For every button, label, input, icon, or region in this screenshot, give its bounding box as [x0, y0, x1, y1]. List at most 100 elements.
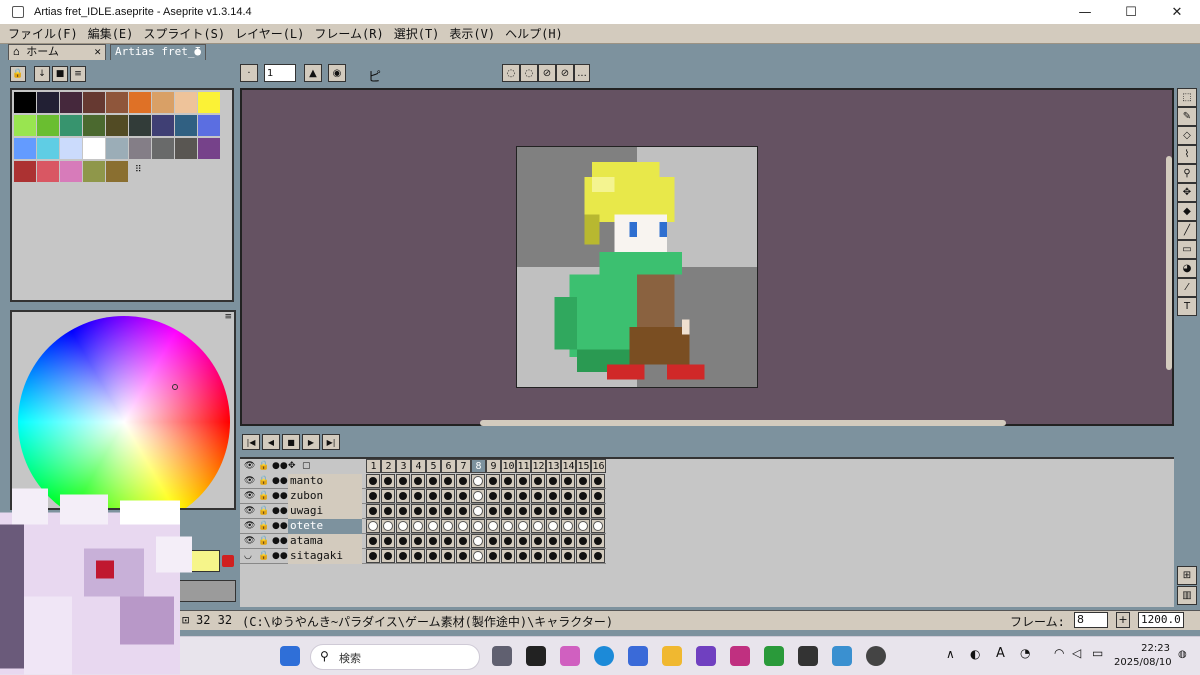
new-frame-button[interactable]: + — [1116, 612, 1130, 628]
palette-swatch[interactable] — [37, 115, 59, 136]
cel[interactable] — [426, 474, 440, 488]
cel[interactable] — [531, 474, 545, 488]
cel[interactable] — [411, 519, 425, 533]
cel[interactable] — [366, 489, 380, 503]
layer-row[interactable]: 👁 🔒 ●● manto — [240, 474, 606, 489]
cel[interactable] — [501, 534, 515, 548]
menu-sprite[interactable]: スプライト(S) — [143, 25, 225, 42]
xbox-icon[interactable] — [764, 646, 784, 666]
eye-closed-icon[interactable]: ◡ — [244, 551, 252, 561]
cel[interactable] — [516, 519, 530, 533]
app-icon[interactable] — [730, 646, 750, 666]
eye-icon[interactable]: 👁 — [244, 536, 255, 546]
cel[interactable] — [396, 519, 410, 533]
layer-continuous-icon[interactable]: ●● — [272, 536, 288, 546]
task-view-icon[interactable] — [492, 646, 512, 666]
brush-type-button[interactable]: · — [240, 64, 258, 82]
timeline-toggle-icon[interactable]: ▥ — [1177, 586, 1197, 605]
cel[interactable] — [426, 519, 440, 533]
layer-lock-icon[interactable]: 🔒 — [258, 476, 269, 486]
sprite-canvas[interactable] — [516, 146, 758, 388]
eraser-tool-icon[interactable]: ◇ — [1177, 126, 1197, 145]
zoom-input[interactable]: 1200.0 — [1138, 612, 1184, 628]
cel[interactable] — [576, 549, 590, 563]
cel[interactable] — [486, 474, 500, 488]
cel[interactable] — [561, 489, 575, 503]
palette-menu-icon[interactable]: ≡ — [70, 66, 86, 82]
palette-swatch[interactable] — [37, 92, 59, 113]
palette-swatch[interactable] — [60, 115, 82, 136]
opacity-icon[interactable]: ◉ — [328, 64, 346, 82]
tab-sprite[interactable]: Artias fret_I ● — [110, 44, 206, 60]
cel[interactable] — [546, 504, 560, 518]
file-explorer-icon[interactable] — [662, 646, 682, 666]
chevron-up-icon[interactable]: ∧ — [946, 647, 955, 661]
cel[interactable] — [441, 474, 455, 488]
palette-swatch[interactable] — [152, 92, 174, 113]
cel[interactable] — [366, 534, 380, 548]
lock-icon[interactable]: 🔒 — [10, 66, 26, 82]
cel[interactable] — [591, 549, 605, 563]
dynamics-icon[interactable]: ⊘ — [538, 64, 556, 82]
last-frame-button[interactable]: ▶| — [322, 434, 340, 450]
frame-header-12[interactable]: 12 — [531, 459, 546, 473]
minimize-button[interactable]: — — [1062, 0, 1108, 24]
palette-swatch[interactable] — [60, 161, 82, 182]
cel[interactable] — [456, 519, 470, 533]
frame-header-11[interactable]: 11 — [516, 459, 531, 473]
sort-icon[interactable]: ↓ — [34, 66, 50, 82]
cel[interactable] — [426, 489, 440, 503]
frame-header-15[interactable]: 15 — [576, 459, 591, 473]
menu-select[interactable]: 選択(T) — [394, 25, 440, 42]
cel[interactable] — [471, 489, 485, 503]
marquee-tool-icon[interactable]: ⬚ — [1177, 88, 1197, 107]
cel[interactable] — [366, 474, 380, 488]
frame-header-10[interactable]: 10 — [501, 459, 516, 473]
layer-lock-icon[interactable]: 🔒 — [258, 551, 269, 561]
layer-row[interactable]: 👁 🔒 ●● otete — [240, 519, 606, 534]
palette-swatch[interactable] — [198, 92, 220, 113]
cel[interactable] — [561, 549, 575, 563]
cel[interactable] — [456, 474, 470, 488]
cel[interactable] — [501, 489, 515, 503]
eye-icon[interactable]: 👁 — [244, 521, 255, 531]
cel[interactable] — [381, 519, 395, 533]
cel[interactable] — [486, 534, 500, 548]
move-tool-icon[interactable]: ✥ — [1177, 183, 1197, 202]
edge-browser-icon[interactable] — [594, 646, 614, 666]
tab-home[interactable]: ⌂ ホーム ✕ — [8, 44, 106, 60]
eye-icon[interactable]: 👁 — [244, 476, 255, 486]
onion-skin-icon[interactable]: ✥ — [288, 461, 296, 471]
palette-swatch[interactable] — [14, 138, 36, 159]
cel[interactable] — [546, 519, 560, 533]
cel[interactable] — [381, 549, 395, 563]
menu-help[interactable]: ヘルプ(H) — [505, 25, 563, 42]
visual-studio-icon[interactable] — [696, 646, 716, 666]
line-tool-icon[interactable]: ╱ — [1177, 221, 1197, 240]
cel[interactable] — [591, 504, 605, 518]
cel[interactable] — [516, 534, 530, 548]
windows-start-icon[interactable] — [280, 646, 300, 666]
cel[interactable] — [381, 474, 395, 488]
ime-icon[interactable]: A — [996, 646, 1005, 661]
cel[interactable] — [441, 549, 455, 563]
wheel-menu-icon[interactable]: ≡ — [224, 312, 232, 322]
lock-header-icon[interactable]: 🔒 — [258, 461, 269, 471]
cel[interactable] — [576, 474, 590, 488]
frame-header-2[interactable]: 2 — [381, 459, 396, 473]
cel[interactable] — [546, 534, 560, 548]
color-wheel[interactable] — [18, 316, 230, 508]
cel[interactable] — [381, 534, 395, 548]
close-window-button[interactable]: ✕ — [1154, 0, 1200, 24]
cel[interactable] — [591, 534, 605, 548]
cel[interactable] — [516, 549, 530, 563]
frame-header-16[interactable]: 16 — [591, 459, 606, 473]
cel[interactable] — [576, 489, 590, 503]
rectangle-tool-icon[interactable]: ▭ — [1177, 240, 1197, 259]
cel[interactable] — [411, 549, 425, 563]
visibility-header-icon[interactable]: 👁 — [244, 461, 255, 471]
volume-icon[interactable]: ◁ — [1072, 646, 1081, 660]
stop-button[interactable]: ■ — [282, 434, 300, 450]
layer-name[interactable]: manto — [288, 474, 362, 489]
menu-view[interactable]: 表示(V) — [449, 25, 495, 42]
